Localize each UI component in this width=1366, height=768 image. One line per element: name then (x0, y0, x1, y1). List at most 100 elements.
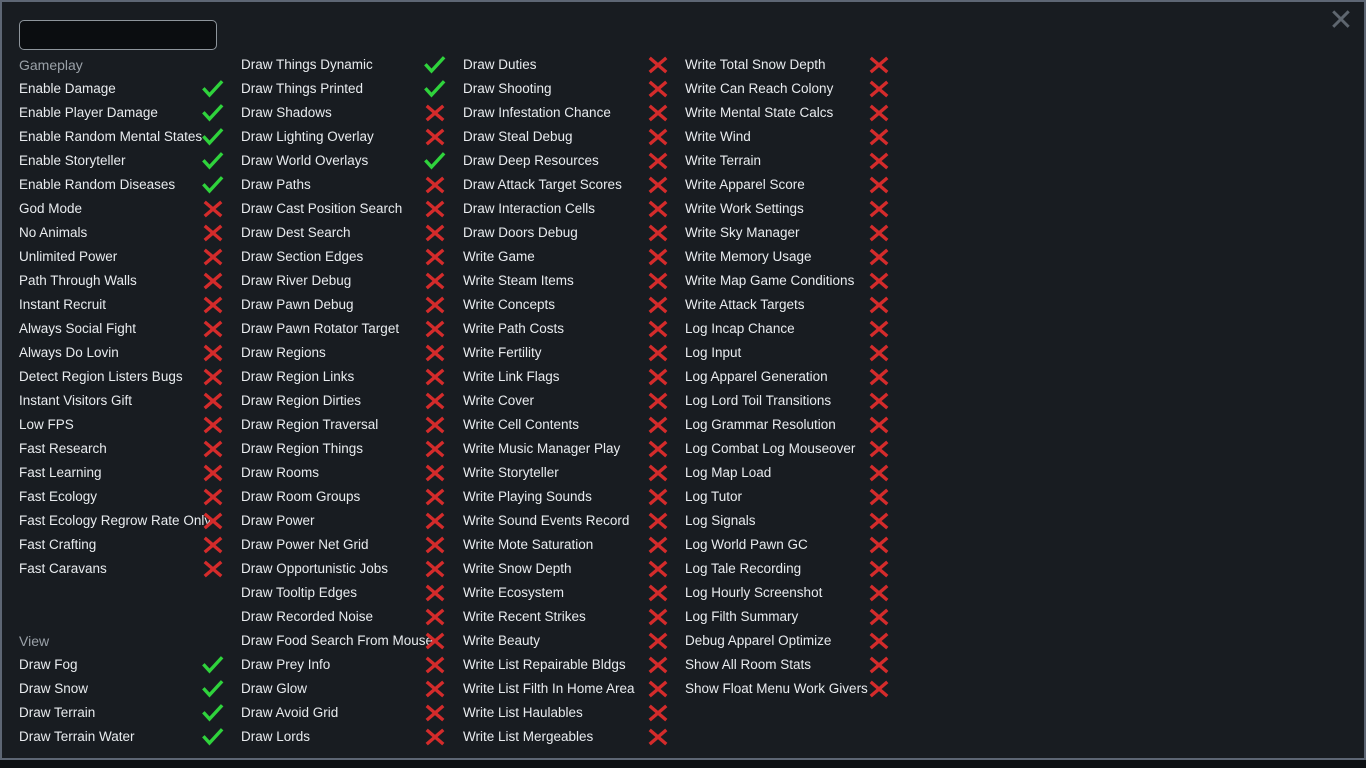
cross-icon[interactable] (647, 269, 671, 293)
cross-icon[interactable] (868, 677, 892, 701)
setting-row-label[interactable]: Draw Region Traversal (241, 413, 433, 437)
cross-icon[interactable] (868, 653, 892, 677)
setting-row-label[interactable]: Draw Recorded Noise (241, 605, 433, 629)
setting-row-label[interactable]: Write Cover (463, 389, 635, 413)
cross-icon[interactable] (868, 629, 892, 653)
setting-row-label[interactable]: Instant Visitors Gift (19, 389, 211, 413)
cross-icon[interactable] (424, 725, 448, 749)
cross-icon[interactable] (424, 197, 448, 221)
setting-row-label[interactable]: Show All Room Stats (685, 653, 868, 677)
cross-icon[interactable] (647, 677, 671, 701)
cross-icon[interactable] (202, 461, 226, 485)
setting-row-label[interactable]: Draw Snow (19, 677, 211, 701)
cross-icon[interactable] (202, 485, 226, 509)
setting-row-label[interactable]: Write Steam Items (463, 269, 635, 293)
setting-row-label[interactable]: Draw Attack Target Scores (463, 173, 635, 197)
cross-icon[interactable] (424, 365, 448, 389)
cross-icon[interactable] (424, 341, 448, 365)
setting-row-label[interactable]: Fast Ecology (19, 485, 211, 509)
setting-row-label[interactable]: Draw Paths (241, 173, 433, 197)
setting-row-label[interactable]: Enable Storyteller (19, 149, 211, 173)
checkmark-icon[interactable] (424, 149, 448, 173)
cross-icon[interactable] (868, 77, 892, 101)
cross-icon[interactable] (202, 557, 226, 581)
cross-icon[interactable] (868, 221, 892, 245)
cross-icon[interactable] (424, 653, 448, 677)
cross-icon[interactable] (424, 125, 448, 149)
setting-row-label[interactable]: Draw Infestation Chance (463, 101, 635, 125)
cross-icon[interactable] (647, 557, 671, 581)
setting-row-label[interactable]: Draw Glow (241, 677, 433, 701)
setting-row-label[interactable]: Fast Learning (19, 461, 211, 485)
setting-row-label[interactable]: Write List Mergeables (463, 725, 635, 749)
cross-icon[interactable] (647, 437, 671, 461)
cross-icon[interactable] (647, 125, 671, 149)
setting-row-label[interactable]: Write Ecosystem (463, 581, 635, 605)
cross-icon[interactable] (647, 653, 671, 677)
cross-icon[interactable] (202, 245, 226, 269)
setting-row-label[interactable]: Write Map Game Conditions (685, 269, 868, 293)
cross-icon[interactable] (647, 629, 671, 653)
cross-icon[interactable] (424, 701, 448, 725)
setting-row-label[interactable]: Draw Doors Debug (463, 221, 635, 245)
cross-icon[interactable] (647, 485, 671, 509)
setting-row-label[interactable]: Debug Apparel Optimize (685, 629, 868, 653)
setting-row-label[interactable]: Draw Rooms (241, 461, 433, 485)
cross-icon[interactable] (868, 413, 892, 437)
setting-row-label[interactable]: Write Fertility (463, 341, 635, 365)
cross-icon[interactable] (424, 437, 448, 461)
setting-row-label[interactable]: Draw Pawn Debug (241, 293, 433, 317)
setting-row-label[interactable]: Log Grammar Resolution (685, 413, 868, 437)
setting-row-label[interactable]: Detect Region Listers Bugs (19, 365, 211, 389)
setting-row-label[interactable]: Path Through Walls (19, 269, 211, 293)
setting-row-label[interactable]: Always Do Lovin (19, 341, 211, 365)
setting-row-label[interactable]: Draw Section Edges (241, 245, 433, 269)
cross-icon[interactable] (202, 341, 226, 365)
cross-icon[interactable] (868, 533, 892, 557)
setting-row-label[interactable]: Write Playing Sounds (463, 485, 635, 509)
cross-icon[interactable] (424, 605, 448, 629)
setting-row-label[interactable]: Write Total Snow Depth (685, 53, 868, 77)
cross-icon[interactable] (424, 317, 448, 341)
cross-icon[interactable] (202, 437, 226, 461)
setting-row-label[interactable]: Log Tutor (685, 485, 868, 509)
setting-row-label[interactable]: Write Storyteller (463, 461, 635, 485)
setting-row-label[interactable]: Write Game (463, 245, 635, 269)
setting-row-label[interactable]: Write Sound Events Record (463, 509, 635, 533)
setting-row-label[interactable]: Draw Steal Debug (463, 125, 635, 149)
setting-row-label[interactable]: Draw Power Net Grid (241, 533, 433, 557)
checkmark-icon[interactable] (202, 653, 226, 677)
setting-row-label[interactable]: Fast Research (19, 437, 211, 461)
setting-row-label[interactable]: Draw World Overlays (241, 149, 433, 173)
cross-icon[interactable] (424, 509, 448, 533)
setting-row-label[interactable]: Write Beauty (463, 629, 635, 653)
setting-row-label[interactable]: Draw Things Printed (241, 77, 433, 101)
setting-row-label[interactable]: Write Path Costs (463, 317, 635, 341)
setting-row-label[interactable]: Draw Cast Position Search (241, 197, 433, 221)
cross-icon[interactable] (868, 341, 892, 365)
setting-row-label[interactable]: Write Apparel Score (685, 173, 868, 197)
cross-icon[interactable] (647, 365, 671, 389)
setting-row-label[interactable]: Draw Region Links (241, 365, 433, 389)
setting-row-label[interactable]: Log Signals (685, 509, 868, 533)
cross-icon[interactable] (647, 509, 671, 533)
setting-row-label[interactable]: Draw Region Dirties (241, 389, 433, 413)
cross-icon[interactable] (202, 293, 226, 317)
setting-row-label[interactable]: Draw Region Things (241, 437, 433, 461)
setting-row-label[interactable]: Write Wind (685, 125, 868, 149)
setting-row-label[interactable]: Unlimited Power (19, 245, 211, 269)
cross-icon[interactable] (424, 557, 448, 581)
setting-row-label[interactable]: Enable Damage (19, 77, 211, 101)
cross-icon[interactable] (647, 173, 671, 197)
setting-row-label[interactable]: Log Map Load (685, 461, 868, 485)
cross-icon[interactable] (424, 245, 448, 269)
checkmark-icon[interactable] (202, 125, 226, 149)
cross-icon[interactable] (868, 581, 892, 605)
setting-row-label[interactable]: Draw Lighting Overlay (241, 125, 433, 149)
checkmark-icon[interactable] (424, 53, 448, 77)
cross-icon[interactable] (868, 509, 892, 533)
cross-icon[interactable] (868, 269, 892, 293)
cross-icon[interactable] (868, 149, 892, 173)
setting-row-label[interactable]: Fast Crafting (19, 533, 211, 557)
cross-icon[interactable] (868, 605, 892, 629)
